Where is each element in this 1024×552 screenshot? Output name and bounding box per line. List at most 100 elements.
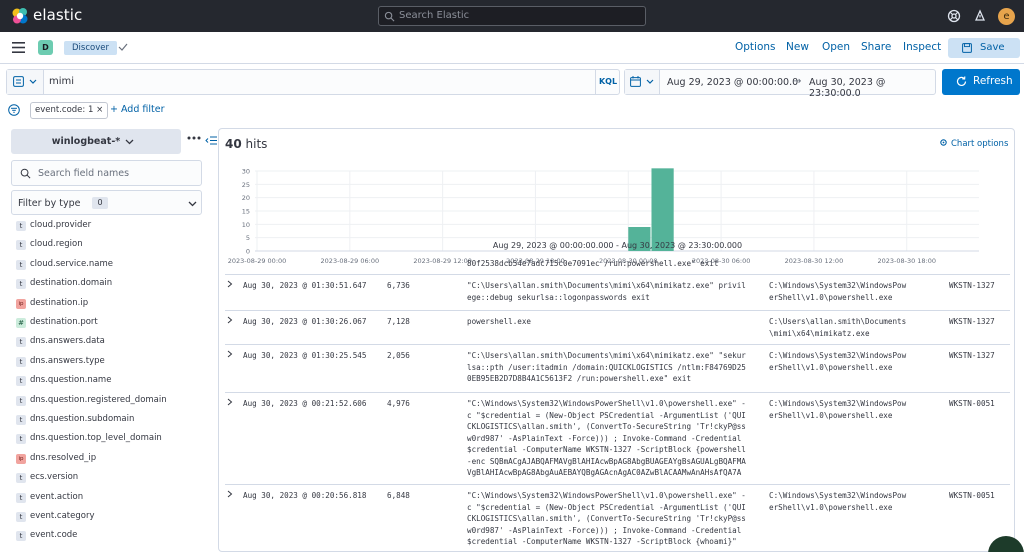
more-options-icon[interactable] [187, 136, 201, 140]
field-name: cloud.provider [30, 220, 92, 230]
string-field-icon: t [16, 512, 26, 522]
hits-count: 40 hits [225, 137, 268, 151]
date-start[interactable]: Aug 29, 2023 @ 00:00:00.0 [667, 77, 798, 88]
search-icon [384, 11, 395, 22]
partial-row-text: 80f2538dcb54e7adc715c0e7091ec /run:power… [467, 259, 719, 268]
field-name: event.category [30, 511, 95, 521]
chevron-right-icon[interactable] [227, 280, 233, 288]
save-button[interactable]: Save [948, 38, 1020, 58]
field-name: event.action [30, 491, 84, 502]
chevron-down-icon [646, 79, 654, 84]
refresh-button[interactable]: Refresh [942, 69, 1020, 95]
filter-pill[interactable]: event.code: 1 × [30, 102, 109, 119]
chevron-right-icon[interactable] [227, 316, 233, 324]
y-tick-label: 15 [242, 208, 250, 216]
close-icon[interactable]: × [96, 105, 103, 115]
ip-field-icon: ip [16, 298, 26, 309]
date-range-picker[interactable]: Aug 29, 2023 @ 00:00:00.0 → Aug 30, 2023… [624, 69, 936, 99]
refresh-label: Refresh [973, 75, 1013, 87]
date-end[interactable]: Aug 30, 2023 @ 23:30:00.0 [809, 77, 935, 99]
arrow-right-icon: → [793, 76, 802, 87]
row-timestamp: Aug 30, 2023 @ 01:30:51.647 [243, 281, 367, 290]
space-avatar[interactable]: D [38, 40, 53, 55]
string-field-icon: t [16, 395, 26, 406]
field-name: dns.question.top_level_domain [30, 433, 162, 444]
x-tick-label: 2023-08-29 00:00 [228, 257, 287, 265]
field-name: dns.answers.data [30, 336, 105, 347]
index-pattern-label: winlogbeat-* [51, 136, 121, 147]
field-search-placeholder: Search field names [38, 168, 130, 179]
elastic-logo-icon[interactable] [11, 7, 29, 25]
user-avatar[interactable]: e [998, 8, 1015, 25]
string-field-icon: t [16, 279, 26, 290]
row-command-line: powershell.exe [467, 317, 532, 326]
hamburger-menu-icon[interactable] [12, 42, 25, 53]
options-link[interactable]: Options [735, 41, 776, 53]
string-field-icon: t [16, 434, 26, 445]
app-header: D Discover Options New Open Share Inspec… [0, 32, 1024, 64]
string-field-icon: t [16, 259, 26, 270]
row-timestamp: Aug 30, 2023 @ 00:21:52.606 [243, 399, 367, 408]
open-link[interactable]: Open [822, 41, 850, 53]
field-name: ecs.version [30, 472, 79, 483]
row-host: WKSTN-0051 [949, 491, 995, 500]
string-field-icon: t [16, 337, 26, 348]
help-icon[interactable] [947, 9, 961, 23]
string-field-icon: t [16, 492, 26, 503]
gear-icon [940, 139, 947, 146]
y-tick-label: 20 [242, 194, 250, 202]
string-field-icon: t [16, 221, 26, 231]
query-language-button[interactable]: KQL [595, 70, 620, 94]
save-icon [962, 43, 972, 53]
newsfeed-icon[interactable] [973, 9, 987, 23]
new-link[interactable]: New [786, 41, 809, 53]
row-divider [225, 310, 1010, 311]
row-executable: C:\Windows\System32\WindowsPow erShell\v… [769, 351, 907, 372]
breadcrumb-discover[interactable]: Discover [64, 41, 117, 55]
string-field-icon: t [16, 531, 26, 542]
histogram-chart[interactable]: 0510152025302023-08-29 00:00 2023-08-29 0… [219, 159, 1015, 269]
index-pattern-selector[interactable]: winlogbeat-* [11, 129, 181, 154]
filter-pill-label: event.code: 1 [35, 105, 94, 115]
chevron-right-icon[interactable] [227, 398, 233, 406]
row-divider [225, 274, 1010, 275]
global-header: elastic Search Elastic e [0, 0, 1024, 32]
brand-name: elastic [33, 6, 83, 24]
quick-select-button[interactable] [625, 70, 660, 94]
row-timestamp: Aug 30, 2023 @ 01:30:26.067 [243, 317, 367, 326]
histogram-bar [651, 168, 674, 251]
row-process-id: 7,128 [387, 317, 410, 326]
row-divider [225, 484, 1010, 485]
collapse-sidebar-icon[interactable] [205, 136, 217, 145]
share-link[interactable]: Share [861, 41, 891, 53]
chevron-down-icon [29, 79, 37, 84]
query-input[interactable]: mimi KQL [6, 69, 620, 95]
ip-field-icon: ip [16, 453, 26, 464]
results-panel: 40 hits Chart options 0 5 10 15 20 25 30 2023-0… [218, 128, 1015, 552]
string-field-icon: t [16, 415, 26, 425]
search-icon [20, 168, 31, 179]
refresh-icon [956, 76, 967, 86]
row-process-id: 4,976 [387, 399, 410, 408]
chevron-right-icon[interactable] [227, 350, 233, 358]
row-divider [225, 392, 1010, 393]
time-range-label: Aug 29, 2023 @ 00:00:00.000 - Aug 30, 20… [492, 241, 743, 250]
filter-menu-icon[interactable] [8, 104, 20, 116]
field-name: dns.question.registered_domain [30, 394, 167, 405]
filter-by-type-button[interactable]: Filter by type 0 [11, 190, 202, 215]
add-filter-link[interactable]: + Add filter [110, 104, 165, 115]
row-command-line: "C:\Users\allan.smith\Documents\mimi\x64… [467, 351, 746, 383]
y-tick-label: 25 [242, 181, 250, 189]
chart-options-button[interactable]: Chart options [939, 138, 1008, 149]
row-command-line: "C:\Windows\System32\WindowsPowerShell\v… [467, 399, 746, 477]
saved-query-button[interactable] [7, 70, 44, 94]
inspect-link[interactable]: Inspect [903, 41, 941, 53]
field-name: cloud.service.name [30, 258, 113, 269]
query-text[interactable]: mimi [49, 76, 74, 87]
string-field-icon: t [16, 473, 26, 484]
row-process-id: 6,736 [387, 281, 410, 290]
chevron-right-icon[interactable] [227, 490, 233, 498]
field-name: cloud.region [30, 239, 83, 250]
field-search-input[interactable]: Search field names [11, 160, 202, 186]
global-search-input[interactable]: Search Elastic [378, 6, 646, 26]
